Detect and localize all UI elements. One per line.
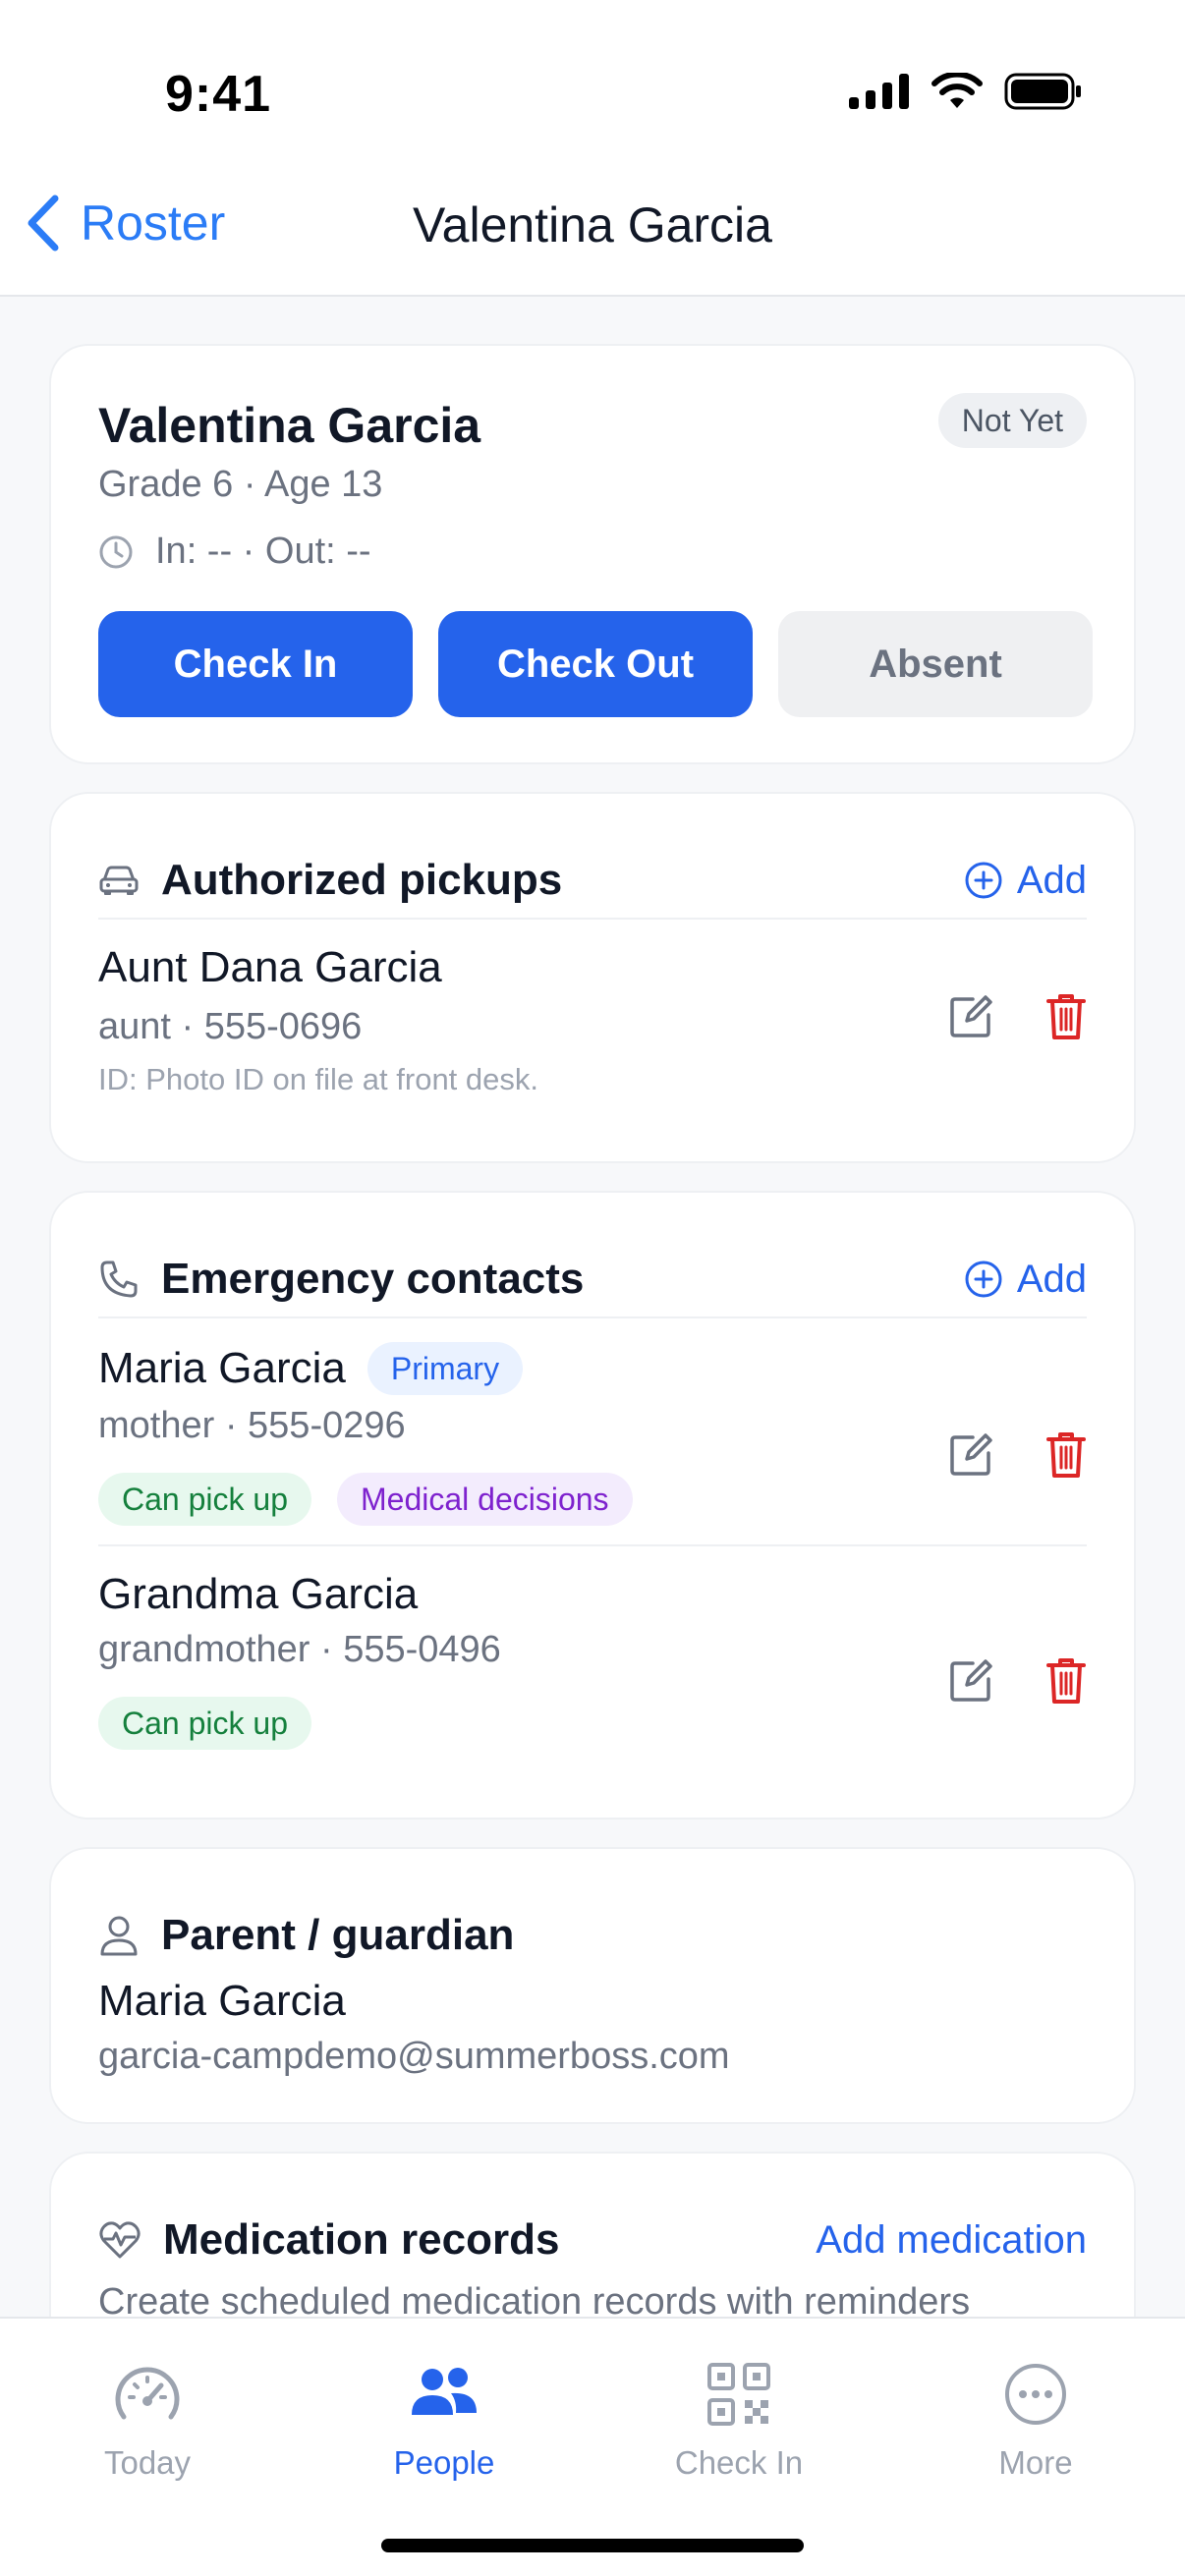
contact-details: grandmother · 555-0496 [98, 1629, 501, 1670]
gauge-icon [115, 2367, 180, 2420]
tab-label: Today [103, 2444, 192, 2481]
medical-decisions-tag: Medical decisions [336, 1473, 633, 1526]
add-emergency-contact-button[interactable]: Add [964, 1258, 1087, 1302]
edit-icon[interactable] [947, 1431, 994, 1479]
attendance-buttons: Check In Check Out Absent [98, 611, 1093, 717]
emergency-card: Emergency contacts Add Maria Garcia Prim… [49, 1191, 1136, 1820]
medication-title: Medication records [163, 2215, 560, 2264]
home-indicator[interactable] [381, 2539, 804, 2552]
emergency-contact-item: Maria Garcia Primary mother · 555-0296 C… [98, 1342, 1087, 1526]
trash-icon[interactable] [1045, 1430, 1087, 1480]
status-icons [849, 73, 1083, 110]
pickup-details: aunt · 555-0696 [98, 1006, 363, 1047]
edit-icon[interactable] [947, 993, 994, 1040]
phone-icon [100, 1260, 138, 1298]
student-meta: Grade 6 · Age 13 [98, 464, 383, 505]
pickups-card: Authorized pickups Add Aunt Dana Garcia … [49, 792, 1136, 1163]
trash-icon[interactable] [1045, 992, 1087, 1041]
primary-badge: Primary [367, 1342, 524, 1395]
pickups-title: Authorized pickups [161, 856, 563, 904]
clock-icon [99, 535, 133, 568]
add-emergency-label: Add [1016, 1257, 1087, 1301]
car-icon [99, 866, 139, 895]
people-icon [412, 2368, 477, 2415]
trash-icon[interactable] [1045, 1656, 1087, 1706]
pickups-header: Authorized pickups Add [98, 841, 1087, 920]
divider [98, 1316, 1087, 1318]
tab-more[interactable]: More [908, 2362, 1163, 2482]
tab-people[interactable]: People [316, 2362, 572, 2482]
can-pick-up-tag: Can pick up [98, 1697, 311, 1750]
add-pickup-button[interactable]: Add [964, 859, 1087, 903]
contact-name-row: Maria Garcia Primary [98, 1342, 1087, 1395]
qr-code-icon [707, 2363, 770, 2426]
student-name: Valentina Garcia [98, 398, 481, 453]
guardian-name: Maria Garcia [98, 1977, 346, 2025]
tab-check-in[interactable]: Check In [611, 2362, 867, 2482]
screen: 9:41 Roster Valentina Garcia Valentina G… [0, 0, 1185, 2576]
pickup-id-note: ID: Photo ID on file at front desk. [98, 1062, 539, 1096]
tab-label: More [998, 2444, 1073, 2481]
medication-header: Medication records Add medication [98, 2201, 1087, 2279]
plus-circle-icon [965, 862, 1002, 899]
student-card: Valentina Garcia Not Yet Grade 6 · Age 1… [49, 344, 1136, 764]
pickup-item: Aunt Dana Garcia aunt · 555-0696 ID: Pho… [98, 943, 1087, 1097]
contact-name: Maria Garcia [98, 1344, 346, 1392]
more-icon [1005, 2364, 1066, 2425]
contact-actions [947, 1430, 1087, 1480]
guardian-title: Parent / guardian [161, 1911, 515, 1959]
plus-circle-icon [965, 1260, 1002, 1298]
add-pickup-label: Add [1016, 858, 1087, 902]
emergency-header: Emergency contacts Add [98, 1240, 1087, 1318]
contact-tags: Can pick up Medical decisions [98, 1473, 1087, 1526]
guardian-card: Parent / guardian Maria Garcia garcia-ca… [49, 1847, 1136, 2124]
check-times: In: -- · Out: -- [98, 531, 371, 573]
status-time: 9:41 [165, 66, 272, 123]
tab-label: Check In [674, 2444, 804, 2481]
wifi-icon [931, 73, 983, 108]
contact-details: mother · 555-0296 [98, 1405, 406, 1446]
add-medication-button[interactable]: Add medication [816, 2218, 1087, 2263]
pickup-actions [947, 992, 1087, 1041]
tab-today[interactable]: Today [20, 2362, 275, 2482]
battery-icon [1004, 73, 1081, 110]
contact-actions [947, 1656, 1087, 1706]
emergency-contact-item: Grandma Garcia grandmother · 555-0496 Ca… [98, 1570, 1087, 1750]
guardian-header: Parent / guardian [98, 1896, 1087, 1975]
emergency-title: Emergency contacts [161, 1255, 585, 1303]
check-in-button[interactable]: Check In [98, 611, 413, 717]
check-times-label: In: -- · Out: -- [155, 531, 371, 572]
divider [98, 1544, 1087, 1546]
pickup-name: Aunt Dana Garcia [98, 943, 442, 991]
tab-label: People [393, 2444, 495, 2481]
edit-icon[interactable] [947, 1657, 994, 1705]
divider [98, 918, 1087, 920]
contact-tags: Can pick up [98, 1697, 1087, 1750]
absent-button[interactable]: Absent [778, 611, 1093, 717]
guardian-email[interactable]: garcia-campdemo@summerboss.com [98, 2036, 730, 2078]
can-pick-up-tag: Can pick up [98, 1473, 311, 1526]
status-badge: Not Yet [937, 393, 1087, 448]
tab-bar: Today People Check In More [0, 2317, 1185, 2576]
page-title: Valentina Garcia [413, 197, 772, 252]
contact-name: Grandma Garcia [98, 1570, 419, 1618]
person-icon [100, 1916, 138, 1956]
header: 9:41 Roster Valentina Garcia [0, 0, 1185, 297]
heart-pulse-icon [99, 2221, 141, 2259]
check-out-button[interactable]: Check Out [438, 611, 753, 717]
cellular-signal-icon [849, 74, 909, 109]
